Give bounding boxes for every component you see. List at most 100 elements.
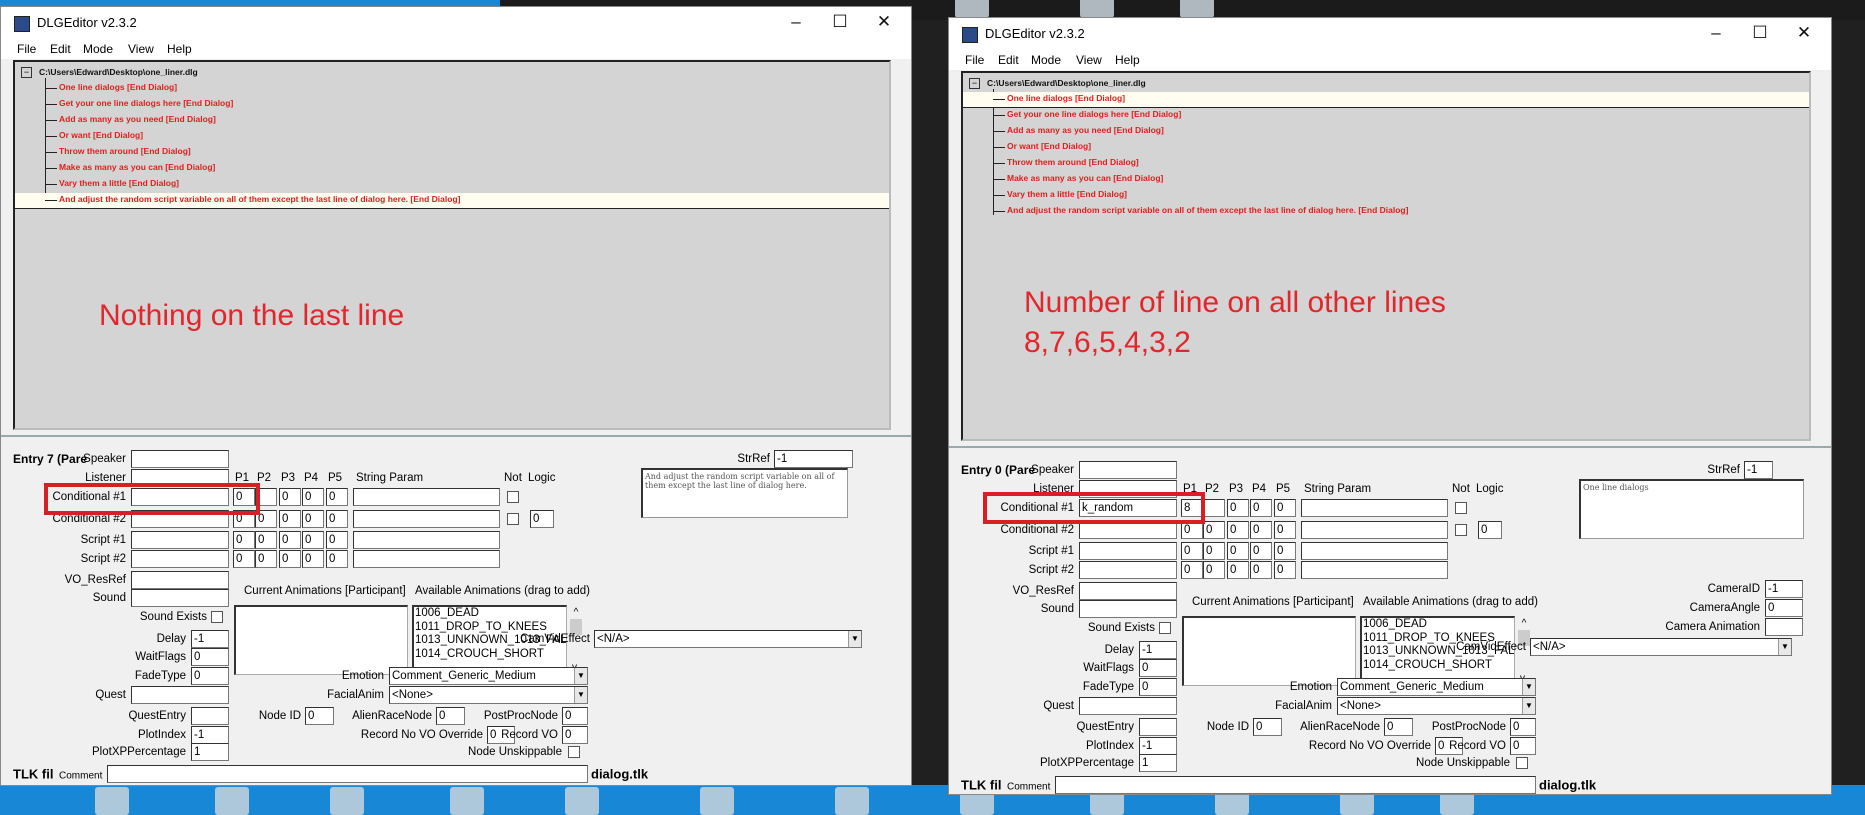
- desktop-shortcut-icon[interactable]: [1080, 0, 1114, 18]
- delay-field[interactable]: -1: [1139, 641, 1177, 659]
- tree-root-file[interactable]: C:\Users\Edward\Desktop\one_liner.dlg: [39, 67, 198, 77]
- strref-field[interactable]: -1: [1744, 461, 1773, 479]
- tree-node[interactable]: Or want [End Dialog]: [963, 140, 1809, 155]
- dialog-tree[interactable]: − C:\Users\Edward\Desktop\one_liner.dlg On…: [13, 60, 891, 430]
- desktop-shortcut-icon[interactable]: [330, 787, 364, 815]
- param-5-field[interactable]: 0: [326, 488, 348, 506]
- desktop-shortcut-icon[interactable]: [95, 787, 129, 815]
- param-4-field[interactable]: 0: [302, 510, 324, 528]
- sound-exists-checkbox[interactable]: [1159, 622, 1171, 634]
- strref-field[interactable]: -1: [774, 450, 853, 468]
- menu-help[interactable]: Help: [1115, 53, 1140, 67]
- animation-item[interactable]: 1006_DEAD: [1363, 618, 1514, 632]
- param-4-field[interactable]: 0: [302, 488, 324, 506]
- quest-field[interactable]: [1079, 697, 1177, 715]
- script2-field[interactable]: [1079, 561, 1177, 579]
- menu-view[interactable]: View: [1076, 53, 1102, 67]
- param-2-field[interactable]: 0: [1203, 561, 1225, 579]
- node-unskippable-checkbox[interactable]: [1516, 757, 1528, 769]
- collapse-icon[interactable]: −: [969, 78, 980, 89]
- desktop-shortcut-icon[interactable]: [835, 787, 869, 815]
- alien-race-node-field[interactable]: 0: [1384, 718, 1413, 736]
- facial-anim-select[interactable]: <None> ▼: [389, 686, 588, 704]
- minimize-button[interactable]: –: [1701, 23, 1731, 43]
- param-3-field[interactable]: 0: [279, 488, 301, 506]
- cam-vid-effect-select[interactable]: <N/A> ▼: [1530, 638, 1792, 656]
- animation-item[interactable]: 1006_DEAD: [415, 607, 566, 621]
- current-animations-list[interactable]: [234, 605, 408, 675]
- quest-entry-field[interactable]: [191, 707, 229, 725]
- collapse-icon[interactable]: −: [21, 67, 32, 78]
- record-vo-field[interactable]: 0: [562, 726, 588, 744]
- param-4-field[interactable]: 0: [302, 531, 324, 549]
- fade-type-field[interactable]: 0: [191, 667, 229, 685]
- post-proc-node-field[interactable]: 0: [1510, 718, 1536, 736]
- sound-field[interactable]: [131, 589, 229, 607]
- comment-field[interactable]: [107, 765, 588, 783]
- desktop-shortcut-icon[interactable]: [450, 787, 484, 815]
- param-3-field[interactable]: 0: [1227, 521, 1249, 539]
- emotion-select[interactable]: Comment_Generic_Medium ▼: [389, 667, 588, 685]
- scroll-up-icon[interactable]: ^: [568, 607, 584, 618]
- cam-vid-effect-select[interactable]: <N/A> ▼: [594, 630, 862, 648]
- param-4-field[interactable]: 0: [1250, 521, 1272, 539]
- dropdown-arrow-icon[interactable]: ▼: [1778, 639, 1791, 655]
- wait-flags-field[interactable]: 0: [191, 648, 229, 666]
- speaker-field[interactable]: [131, 450, 229, 468]
- facial-anim-select[interactable]: <None> ▼: [1337, 697, 1536, 715]
- tree-node[interactable]: And adjust the random script variable on…: [15, 193, 889, 209]
- plot-xp-field[interactable]: 1: [1139, 754, 1177, 772]
- tree-node[interactable]: Get your one line dialogs here [End Dial…: [963, 108, 1809, 123]
- close-button[interactable]: ✕: [1789, 23, 1819, 43]
- param-1-field[interactable]: 0: [233, 531, 255, 549]
- sound-exists-checkbox[interactable]: [211, 611, 223, 623]
- param-2-field[interactable]: 0: [255, 550, 277, 568]
- param-1-field[interactable]: 0: [1181, 561, 1203, 579]
- comment-field[interactable]: [1055, 776, 1536, 794]
- param-4-field[interactable]: 0: [302, 550, 324, 568]
- tree-node[interactable]: Throw them around [End Dialog]: [15, 145, 889, 160]
- param-1-field[interactable]: 0: [1181, 542, 1203, 560]
- sound-field[interactable]: [1079, 600, 1177, 618]
- logic-field[interactable]: 0: [530, 510, 554, 528]
- string-param-field[interactable]: [1301, 499, 1448, 517]
- close-button[interactable]: ✕: [869, 12, 899, 32]
- param-5-field[interactable]: 0: [1274, 542, 1296, 560]
- quest-field[interactable]: [131, 686, 229, 704]
- fade-type-field[interactable]: 0: [1139, 678, 1177, 696]
- post-proc-node-field[interactable]: 0: [562, 707, 588, 725]
- string-param-field[interactable]: [353, 531, 500, 549]
- minimize-button[interactable]: –: [781, 12, 811, 32]
- param-2-field[interactable]: 0: [1203, 521, 1225, 539]
- dialog-text-area[interactable]: And adjust the random script variable on…: [641, 468, 848, 518]
- dropdown-arrow-icon[interactable]: ▼: [848, 631, 861, 647]
- tree-node[interactable]: One line dialogs [End Dialog]: [15, 81, 889, 96]
- delay-field[interactable]: -1: [191, 630, 229, 648]
- string-param-field[interactable]: [353, 550, 500, 568]
- quest-entry-field[interactable]: [1139, 718, 1177, 736]
- tree-node[interactable]: Add as many as you need [End Dialog]: [963, 124, 1809, 139]
- param-3-field[interactable]: 0: [1227, 499, 1249, 517]
- dropdown-arrow-icon[interactable]: ▼: [574, 668, 587, 684]
- speaker-field[interactable]: [1079, 461, 1177, 479]
- menu-edit[interactable]: Edit: [50, 42, 71, 56]
- dropdown-arrow-icon[interactable]: ▼: [1522, 679, 1535, 695]
- not-checkbox[interactable]: [507, 513, 519, 525]
- animation-item[interactable]: 1011_DROP_TO_KNEES: [415, 621, 566, 635]
- maximize-button[interactable]: ☐: [825, 12, 855, 32]
- desktop-shortcut-icon[interactable]: [700, 787, 734, 815]
- tree-node[interactable]: Throw them around [End Dialog]: [963, 156, 1809, 171]
- current-animations-list[interactable]: [1182, 616, 1356, 686]
- desktop-shortcut-icon[interactable]: [1180, 0, 1214, 18]
- maximize-button[interactable]: ☐: [1745, 23, 1775, 43]
- camera-angle-field[interactable]: 0: [1765, 599, 1803, 617]
- node-id-field[interactable]: 0: [1253, 718, 1282, 736]
- menu-file[interactable]: File: [17, 42, 36, 56]
- title-bar[interactable]: DLGEditor v2.3.2 – ☐ ✕: [1, 7, 911, 39]
- wait-flags-field[interactable]: 0: [1139, 659, 1177, 677]
- param-1-field[interactable]: 0: [233, 550, 255, 568]
- tree-node[interactable]: Vary them a little [End Dialog]: [15, 177, 889, 192]
- param-5-field[interactable]: 0: [326, 510, 348, 528]
- param-3-field[interactable]: 0: [1227, 542, 1249, 560]
- tree-node[interactable]: And adjust the random script variable on…: [963, 204, 1809, 219]
